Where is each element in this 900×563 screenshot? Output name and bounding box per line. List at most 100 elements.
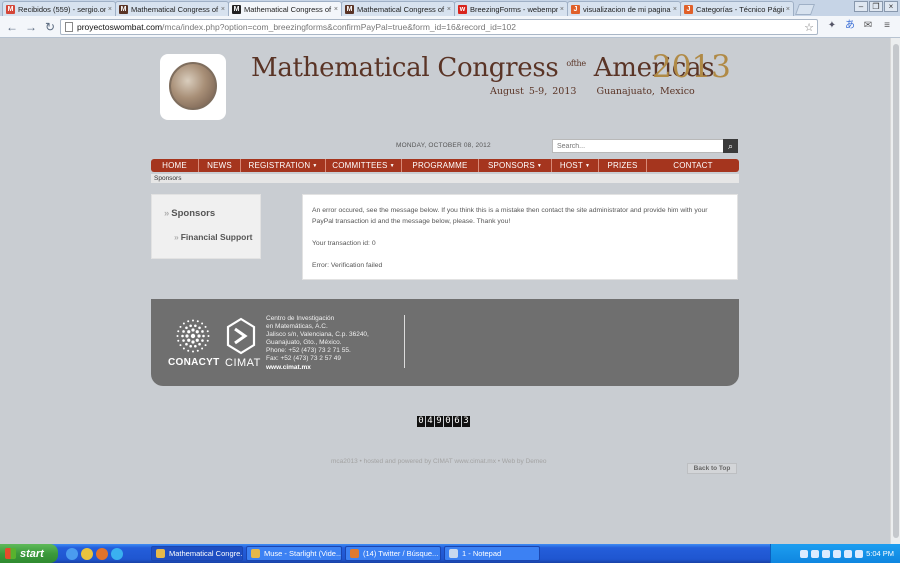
congress-logo[interactable] [160, 54, 226, 120]
chrome-quicklaunch-icon[interactable] [81, 547, 93, 560]
chevron-down-icon: ▼ [312, 163, 318, 169]
reload-icon[interactable]: ↻ [43, 20, 57, 34]
start-button[interactable]: start [0, 544, 58, 563]
chrome-icon [251, 549, 260, 558]
taskbar-button[interactable]: (14) Twitter / Búsque... [345, 546, 441, 561]
search-input[interactable] [552, 139, 724, 153]
browser-tab-strip: M Recibidos (559) - sergio.om × M Mathemati… [0, 0, 900, 16]
tab-close-icon[interactable]: × [447, 6, 451, 13]
chevron-down-icon: ▼ [389, 163, 395, 169]
browser-tab[interactable]: M Mathematical Congress of t × [341, 1, 455, 16]
tray-icon[interactable] [811, 549, 820, 558]
taskbar-button-label: (14) Twitter / Búsque... [363, 549, 439, 558]
ie-quicklaunch-icon[interactable] [111, 547, 123, 560]
congress-location: Guanajuato, Mexico [596, 86, 695, 97]
nav-registration[interactable]: REGISTRATION ▼ [241, 159, 326, 172]
back-to-top-button[interactable]: Back to Top [687, 463, 737, 474]
footer-address: Centro de Investigación en Matemáticas, … [266, 315, 369, 372]
start-label: start [20, 547, 44, 560]
site-favicon-icon: M [345, 4, 354, 14]
nav-label: COMMITTEES [332, 161, 388, 170]
chevron-down-icon: ▼ [584, 163, 591, 169]
cimat-label: CIMAT [225, 357, 261, 369]
tray-icon[interactable] [822, 549, 831, 558]
nav-home[interactable]: HOME [151, 159, 199, 172]
tab-close-icon[interactable]: × [673, 6, 677, 13]
browser-tab[interactable]: J Categorías - Técnico Págin × [680, 1, 794, 16]
tab-close-icon[interactable]: × [334, 6, 338, 13]
taskbar-button[interactable]: Muse - Starlight (Vide... [246, 546, 342, 561]
taskbar-button-label: Mathematical Congre... [169, 549, 243, 558]
counter-digit: 0 [417, 416, 425, 427]
tab-label: Mathematical Congress of t [131, 4, 219, 14]
minimize-icon[interactable]: – [854, 1, 868, 12]
nav-programme[interactable]: PROGRAMME [402, 159, 479, 172]
forward-arrow-icon[interactable]: → [24, 20, 38, 34]
close-window-icon[interactable]: × [884, 1, 898, 12]
current-date: MONDAY, OCTOBER 08, 2012 [396, 142, 491, 149]
site-favicon-icon: M [232, 4, 241, 14]
browser-tab[interactable]: M Recibidos (559) - sergio.om × [2, 1, 116, 16]
tab-close-icon[interactable]: × [560, 6, 564, 13]
tray-icon[interactable] [800, 549, 809, 558]
network-icon[interactable] [855, 549, 864, 558]
counter-digit: 6 [453, 416, 461, 427]
tray-icon[interactable] [833, 549, 842, 558]
system-tray: 5:04 PM [770, 544, 900, 563]
cimat-website-link[interactable]: www.cimat.mx [266, 364, 369, 372]
tab-label: visualizacion de mi pagina w [583, 4, 671, 14]
tab-close-icon[interactable]: × [221, 6, 225, 13]
extension-translate-icon[interactable]: あ [843, 19, 857, 33]
scrollbar-thumb[interactable] [893, 44, 899, 538]
web-page: Mathematical Congress ofthe Americas 201… [0, 38, 890, 544]
url-path: /mca/index.php?option=com_breezingforms&… [162, 22, 516, 32]
address-line: Centro de Investigación [266, 315, 335, 322]
taskbar-button[interactable]: Mathematical Congre... [151, 546, 243, 561]
window-controls: – ❐ × [854, 1, 898, 12]
ie-quicklaunch-icon[interactable] [66, 547, 78, 560]
nav-sponsors[interactable]: SPONSORS ▼ [479, 159, 552, 172]
clock[interactable]: 5:04 PM [866, 549, 894, 558]
volume-icon[interactable] [844, 549, 853, 558]
tab-close-icon[interactable]: × [108, 6, 112, 13]
browser-tab[interactable]: Jvisualizacion de mi pagina w × [567, 1, 681, 16]
tab-close-icon[interactable]: × [786, 6, 790, 13]
nav-news[interactable]: NEWS [199, 159, 241, 172]
sidebar-item-sponsors[interactable]: » Sponsors [164, 208, 215, 219]
nav-prizes[interactable]: PRIZES [599, 159, 647, 172]
firefox-quicklaunch-icon[interactable] [96, 547, 108, 560]
visit-counter: 0 4 9 0 6 3 [417, 416, 470, 427]
quick-launch [66, 547, 148, 560]
title-of: of [566, 59, 574, 68]
browser-tab-active[interactable]: M Mathematical Congress of t × [228, 1, 342, 16]
taskbar-button[interactable]: 1 - Notepad [444, 546, 540, 561]
sidebar-heading-label: Sponsors [171, 208, 216, 219]
back-arrow-icon[interactable]: ← [5, 20, 19, 34]
joomla-favicon-icon: J [571, 4, 580, 14]
address-bar[interactable]: proyectoswombat.com/mca/index.php?option… [60, 19, 818, 35]
title-the: the [573, 59, 587, 68]
nav-label: REGISTRATION [248, 161, 311, 170]
restore-icon[interactable]: ❐ [869, 1, 883, 12]
nav-host[interactable]: HOST ▼ [552, 159, 599, 172]
extension-tools-icon[interactable]: ✦ [825, 19, 839, 33]
sidebar-item-financial-support[interactable]: » Financial Support [174, 232, 253, 242]
site-year: 2013 [652, 49, 731, 85]
nav-committees[interactable]: COMMITTEES ▼ [326, 159, 402, 172]
new-tab-button[interactable] [794, 4, 816, 15]
gmail-favicon-icon: M [6, 4, 15, 14]
footer: CONACYT CIMAT Centro de Investigación en… [151, 299, 739, 386]
browser-tab[interactable]: M Mathematical Congress of t × [115, 1, 229, 16]
extension-mail-icon[interactable]: ✉ [861, 19, 875, 33]
search-icon: ⌕ [727, 141, 734, 151]
search-button[interactable]: ⌕ [723, 139, 738, 153]
chrome-icon [156, 549, 165, 558]
bookmark-star-icon[interactable]: ☆ [804, 21, 814, 34]
browser-tab[interactable]: w BreezingForms - webempre × [454, 1, 568, 16]
notepad-icon [449, 549, 458, 558]
nav-label: PROGRAMME [412, 161, 468, 170]
sidebar-menu: » Sponsors » Financial Support [151, 194, 261, 259]
page-scrollbar[interactable] [890, 38, 900, 544]
nav-contact[interactable]: CONTACT [647, 159, 739, 172]
menu-wrench-icon[interactable]: ≡ [880, 19, 894, 33]
